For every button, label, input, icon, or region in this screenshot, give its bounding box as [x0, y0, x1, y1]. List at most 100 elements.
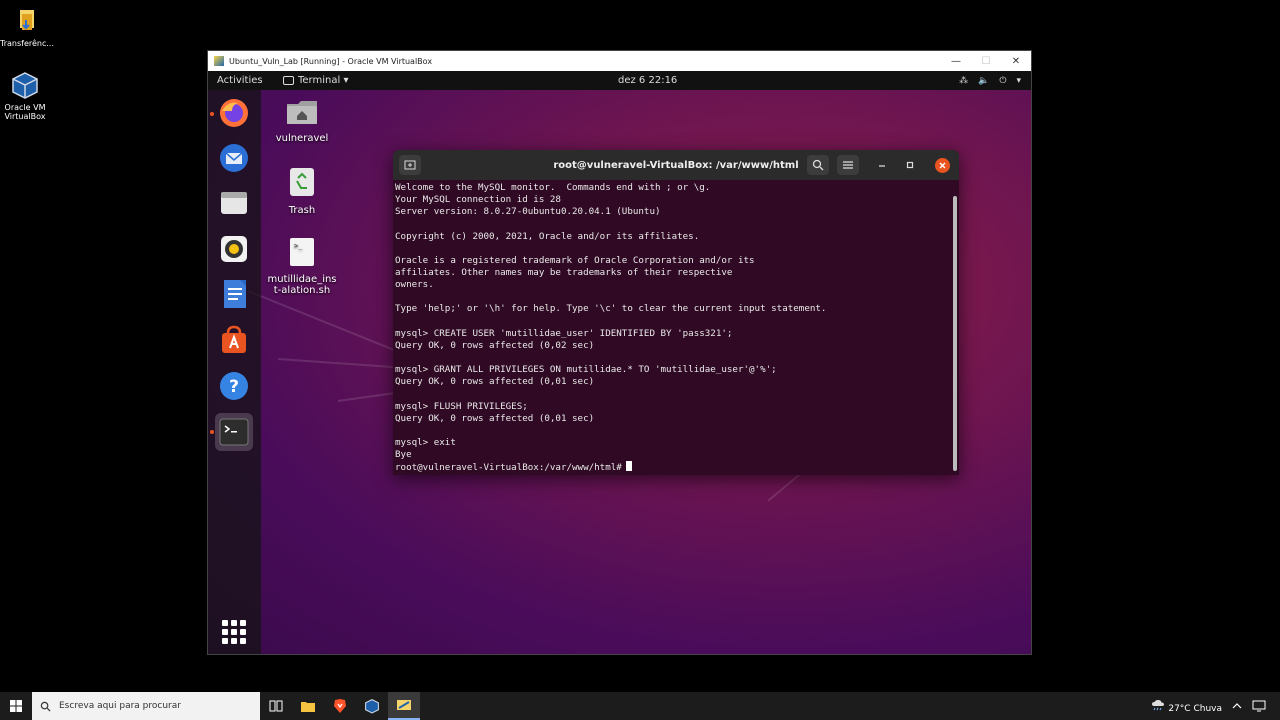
terminal-line: Query OK, 0 rows affected (0,01 sec) — [395, 412, 595, 424]
terminal-minimize-button[interactable] — [875, 158, 889, 172]
wallpaper-ray — [277, 358, 398, 369]
windows-logo-icon — [10, 700, 22, 712]
chevron-down-icon: ▾ — [1016, 75, 1021, 86]
taskbar-virtualbox[interactable] — [356, 692, 388, 720]
terminal-line: Type 'help;' or '\h' for help. Type '\c'… — [395, 303, 827, 315]
chevron-up-icon[interactable] — [1232, 702, 1242, 710]
windows-taskbar: Escreva aqui para procurar 27°C Chuva — [0, 692, 1280, 720]
terminal-line: mysql> GRANT ALL PRIVILEGES ON mutillida… — [395, 364, 777, 376]
svg-text:>_: >_ — [294, 242, 303, 250]
desktop-icon-label: mutillidae_inst-alation.sh — [267, 274, 337, 296]
terminal-line: Query OK, 0 rows affected (0,01 sec) — [395, 376, 595, 388]
desktop-icon-label: Oracle VM VirtualBox — [4, 103, 46, 121]
desktop-icon-label: Transferênc... — [0, 39, 55, 48]
dock-files[interactable] — [215, 184, 253, 222]
menu-button[interactable] — [837, 155, 859, 175]
terminal-prompt-line[interactable]: root@vulneravel-VirtualBox:/var/www/html… — [395, 461, 959, 473]
dock-thunderbird[interactable] — [215, 139, 253, 177]
desktop-icon-vulneravel[interactable]: vulneravel — [262, 98, 342, 144]
ubuntu-dock: ? — [208, 90, 261, 654]
virtualbox-titlebar[interactable]: Ubuntu_Vuln_Lab [Running] - Oracle VM Vi… — [208, 51, 1031, 71]
terminal-maximize-button[interactable] — [903, 158, 917, 172]
virtualbox-window: Ubuntu_Vuln_Lab [Running] - Oracle VM Vi… — [207, 50, 1032, 655]
terminal-window[interactable]: root@vulneravel-VirtualBox: /var/www/htm… — [393, 150, 959, 475]
dock-firefox[interactable] — [215, 94, 253, 132]
terminal-line: affiliates. Other names may be trademark… — [395, 266, 733, 278]
terminal-line: Bye — [395, 449, 412, 461]
writer-icon — [224, 280, 246, 308]
dock-help[interactable]: ? — [215, 367, 253, 405]
search-button[interactable] — [807, 155, 829, 175]
desktop-icon-virtualbox[interactable]: Oracle VM VirtualBox — [0, 70, 51, 121]
vm-window-icon — [397, 700, 411, 710]
network-icon: ⁂ — [959, 75, 969, 86]
dock-rhythmbox[interactable] — [215, 230, 253, 268]
terminal-prompt: root@vulneravel-VirtualBox:/var/www/html… — [395, 462, 622, 474]
virtualbox-app-icon — [214, 56, 224, 66]
dock-terminal[interactable] — [215, 413, 253, 451]
start-button[interactable] — [0, 692, 32, 720]
svg-text:?: ? — [229, 377, 239, 397]
thunderbird-icon — [220, 144, 248, 172]
close-icon — [939, 162, 946, 169]
desktop-icon-transferencias[interactable]: Transferênc... — [0, 6, 55, 48]
weather-widget[interactable]: 27°C Chuva — [1151, 699, 1222, 714]
terminal-header[interactable]: root@vulneravel-VirtualBox: /var/www/htm… — [393, 150, 959, 180]
desktop-icon-label: Trash — [288, 205, 316, 216]
terminal-line: Welcome to the MySQL monitor. Commands e… — [395, 182, 711, 193]
ubuntu-desktop: ? vulneravel Trash >_ mutillidae_inst-al… — [208, 90, 1031, 654]
activities-button[interactable]: Activities — [208, 75, 283, 86]
terminal-line: mysql> CREATE USER 'mutillidae_user' IDE… — [395, 327, 733, 339]
close-button[interactable]: ✕ — [1001, 56, 1031, 67]
ubuntu-top-bar: Activities Terminal ▾ dez 6 22:16 ⁂ 🔈 ⏻ … — [208, 71, 1031, 90]
dock-ubuntu-software[interactable] — [215, 321, 253, 359]
desktop-icon-mutillidae-script[interactable]: >_ mutillidae_inst-alation.sh — [262, 237, 342, 296]
folder-icon — [301, 701, 315, 712]
task-view-button[interactable] — [260, 692, 292, 720]
wallpaper-ray — [337, 391, 398, 402]
taskbar-file-explorer[interactable] — [292, 692, 324, 720]
help-icon: ? — [220, 372, 248, 400]
terminal-line: mysql> FLUSH PRIVILEGES; — [395, 400, 528, 412]
terminal-scrollbar[interactable] — [953, 196, 957, 471]
minimize-icon — [879, 165, 885, 167]
running-indicator — [210, 430, 214, 434]
terminal-icon — [219, 418, 249, 446]
terminal-line: Copyright (c) 2000, 2021, Oracle and/or … — [395, 230, 700, 242]
system-tray[interactable]: ⁂ 🔈 ⏻ ▾ — [959, 76, 1021, 86]
clock[interactable]: dez 6 22:16 — [618, 75, 677, 86]
wallpaper-ray — [247, 290, 416, 360]
maximize-button[interactable]: ☐ — [971, 56, 1001, 67]
terminal-output[interactable]: Welcome to the MySQL monitor. Commands e… — [393, 180, 959, 473]
desktop-icon-label: vulneravel — [275, 133, 329, 144]
terminal-cursor — [625, 461, 632, 472]
script-file-icon: >_ — [266, 237, 338, 270]
taskbar-brave[interactable] — [324, 692, 356, 720]
terminal-small-icon — [283, 76, 294, 85]
maximize-icon — [906, 161, 914, 169]
terminal-close-button[interactable] — [935, 158, 950, 173]
taskbar-search[interactable]: Escreva aqui para procurar — [32, 692, 260, 720]
running-indicator — [210, 112, 214, 116]
network-icon[interactable] — [1252, 700, 1266, 712]
taskbar-vm-window[interactable] — [388, 692, 420, 720]
app-menu-label: Terminal ▾ — [298, 75, 349, 86]
desktop-icon-trash[interactable]: Trash — [262, 166, 342, 216]
hamburger-icon — [843, 161, 853, 169]
dock-libreoffice-writer[interactable] — [215, 275, 253, 313]
terminal-line: Oracle is a registered trademark of Orac… — [395, 254, 755, 266]
power-icon: ⏻ — [999, 75, 1007, 86]
minimize-button[interactable]: — — [941, 56, 971, 67]
app-menu[interactable]: Terminal ▾ — [283, 75, 348, 86]
show-applications-button[interactable] — [222, 620, 246, 644]
home-folder-icon — [262, 98, 342, 129]
files-icon — [221, 192, 247, 214]
virtualbox-icon — [10, 70, 40, 100]
folder-icon — [11, 6, 41, 36]
